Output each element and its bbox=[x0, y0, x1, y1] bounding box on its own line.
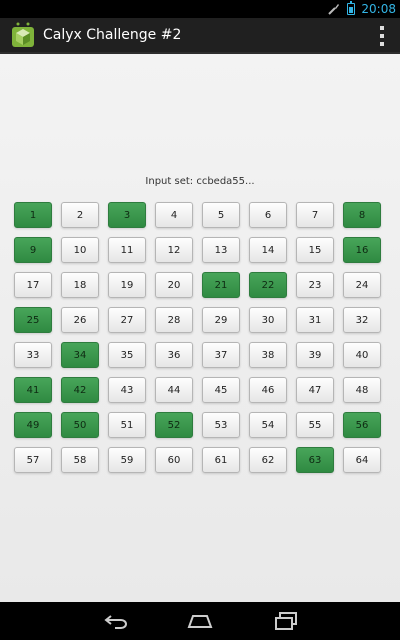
grid-cell-1[interactable]: 1 bbox=[14, 202, 52, 228]
grid-cell-46[interactable]: 46 bbox=[249, 377, 287, 403]
grid-cell-53[interactable]: 53 bbox=[202, 412, 240, 438]
grid-cell-50[interactable]: 50 bbox=[61, 412, 99, 438]
grid-cell-30[interactable]: 30 bbox=[249, 307, 287, 333]
grid-cell-42[interactable]: 42 bbox=[61, 377, 99, 403]
grid-cell-22[interactable]: 22 bbox=[249, 272, 287, 298]
grid-cell-20[interactable]: 20 bbox=[155, 272, 193, 298]
grid-cell-37[interactable]: 37 bbox=[202, 342, 240, 368]
grid-cell-8[interactable]: 8 bbox=[343, 202, 381, 228]
grid-cell-28[interactable]: 28 bbox=[155, 307, 193, 333]
grid-cell-18[interactable]: 18 bbox=[61, 272, 99, 298]
action-bar: Calyx Challenge #2 bbox=[0, 18, 400, 54]
home-icon[interactable] bbox=[180, 608, 220, 634]
navigation-bar bbox=[0, 602, 400, 640]
grid-cell-57[interactable]: 57 bbox=[14, 447, 52, 473]
app-title: Calyx Challenge #2 bbox=[43, 27, 182, 43]
grid-cell-19[interactable]: 19 bbox=[108, 272, 146, 298]
grid-cell-38[interactable]: 38 bbox=[249, 342, 287, 368]
battery-icon bbox=[347, 1, 356, 15]
grid-cell-43[interactable]: 43 bbox=[108, 377, 146, 403]
grid-cell-2[interactable]: 2 bbox=[61, 202, 99, 228]
grid-cell-61[interactable]: 61 bbox=[202, 447, 240, 473]
grid-cell-16[interactable]: 16 bbox=[343, 237, 381, 263]
status-time: 20:08 bbox=[361, 2, 396, 16]
grid-cell-44[interactable]: 44 bbox=[155, 377, 193, 403]
status-bar: 20:08 bbox=[0, 0, 400, 18]
grid-cell-21[interactable]: 21 bbox=[202, 272, 240, 298]
tool-icon bbox=[328, 4, 340, 15]
grid-cell-62[interactable]: 62 bbox=[249, 447, 287, 473]
grid-cell-10[interactable]: 10 bbox=[61, 237, 99, 263]
input-set-label: Input set: ccbeda55... bbox=[145, 176, 255, 187]
grid-cell-54[interactable]: 54 bbox=[249, 412, 287, 438]
grid-cell-7[interactable]: 7 bbox=[296, 202, 334, 228]
grid-cell-55[interactable]: 55 bbox=[296, 412, 334, 438]
grid-cell-34[interactable]: 34 bbox=[61, 342, 99, 368]
grid-cell-3[interactable]: 3 bbox=[108, 202, 146, 228]
grid-cell-24[interactable]: 24 bbox=[343, 272, 381, 298]
grid-cell-49[interactable]: 49 bbox=[14, 412, 52, 438]
grid-cell-4[interactable]: 4 bbox=[155, 202, 193, 228]
grid-cell-35[interactable]: 35 bbox=[108, 342, 146, 368]
grid-cell-40[interactable]: 40 bbox=[343, 342, 381, 368]
grid-cell-33[interactable]: 33 bbox=[14, 342, 52, 368]
grid-cell-15[interactable]: 15 bbox=[296, 237, 334, 263]
grid-cell-26[interactable]: 26 bbox=[61, 307, 99, 333]
grid-cell-39[interactable]: 39 bbox=[296, 342, 334, 368]
challenge-grid: 1 2 3 4 5 6 7 8 9 10 11 12 13 14 15 16 17 18 19 20 21 22 23 24 2… bbox=[14, 202, 381, 473]
grid-cell-51[interactable]: 51 bbox=[108, 412, 146, 438]
grid-cell-29[interactable]: 29 bbox=[202, 307, 240, 333]
grid-cell-64[interactable]: 64 bbox=[343, 447, 381, 473]
grid-cell-45[interactable]: 45 bbox=[202, 377, 240, 403]
grid-cell-47[interactable]: 47 bbox=[296, 377, 334, 403]
grid-cell-59[interactable]: 59 bbox=[108, 447, 146, 473]
grid-cell-23[interactable]: 23 bbox=[296, 272, 334, 298]
grid-cell-27[interactable]: 27 bbox=[108, 307, 146, 333]
status-icons: 20:08 bbox=[327, 0, 396, 18]
main-content: Input set: ccbeda55... 1 2 3 4 5 6 7 8 9 10 11 12 13… bbox=[0, 54, 400, 602]
grid-cell-36[interactable]: 36 bbox=[155, 342, 193, 368]
grid-cell-32[interactable]: 32 bbox=[343, 307, 381, 333]
grid-cell-63[interactable]: 63 bbox=[296, 447, 334, 473]
grid-cell-5[interactable]: 5 bbox=[202, 202, 240, 228]
grid-cell-9[interactable]: 9 bbox=[14, 237, 52, 263]
grid-cell-14[interactable]: 14 bbox=[249, 237, 287, 263]
grid-cell-13[interactable]: 13 bbox=[202, 237, 240, 263]
grid-cell-60[interactable]: 60 bbox=[155, 447, 193, 473]
grid-cell-48[interactable]: 48 bbox=[343, 377, 381, 403]
grid-cell-58[interactable]: 58 bbox=[61, 447, 99, 473]
grid-cell-31[interactable]: 31 bbox=[296, 307, 334, 333]
grid-cell-17[interactable]: 17 bbox=[14, 272, 52, 298]
grid-cell-12[interactable]: 12 bbox=[155, 237, 193, 263]
grid-cell-52[interactable]: 52 bbox=[155, 412, 193, 438]
back-icon[interactable] bbox=[96, 608, 136, 634]
overflow-menu-icon[interactable] bbox=[378, 26, 386, 46]
grid-cell-6[interactable]: 6 bbox=[249, 202, 287, 228]
android-logo-icon[interactable] bbox=[9, 21, 37, 49]
grid-cell-56[interactable]: 56 bbox=[343, 412, 381, 438]
grid-cell-41[interactable]: 41 bbox=[14, 377, 52, 403]
grid-cell-25[interactable]: 25 bbox=[14, 307, 52, 333]
grid-cell-11[interactable]: 11 bbox=[108, 237, 146, 263]
recent-apps-icon[interactable] bbox=[266, 608, 306, 634]
